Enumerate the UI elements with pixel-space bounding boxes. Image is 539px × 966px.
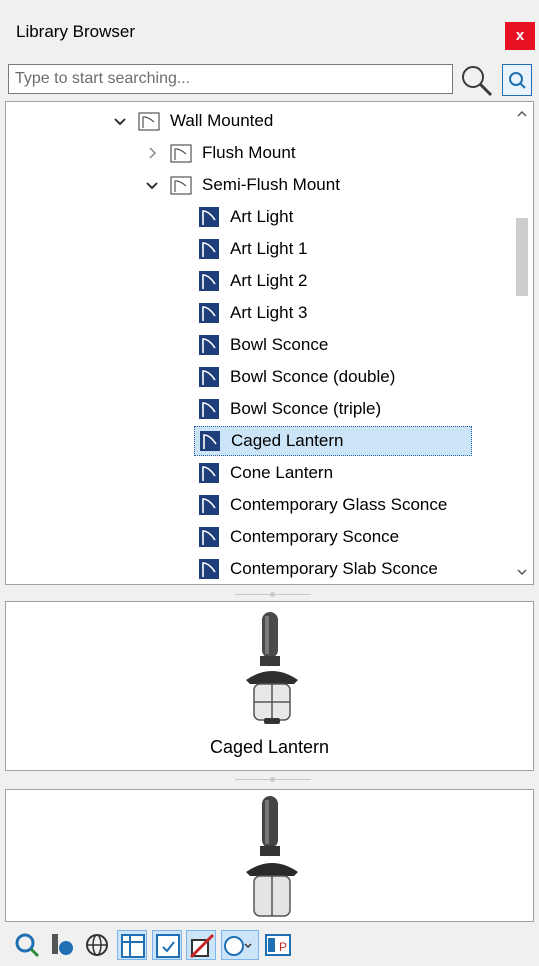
tree-label: Wall Mounted xyxy=(170,111,274,130)
tree-label: Bowl Sconce xyxy=(230,335,329,354)
library-folder-icon xyxy=(170,174,192,196)
tree-label: Art Light 1 xyxy=(230,239,308,258)
light-fixture-icon xyxy=(198,334,220,356)
scroll-up-icon[interactable] xyxy=(516,108,528,120)
tree-label: Flush Mount xyxy=(202,143,296,162)
tree-item[interactable]: Bowl Sconce (double) xyxy=(198,362,395,392)
window-title: Library Browser xyxy=(16,22,136,41)
library-tree[interactable]: Wall Mounted Flush Mount Semi-Flush Mount A… xyxy=(5,101,534,585)
tree-item[interactable]: Contemporary Slab Sconce xyxy=(198,554,438,584)
tree-label: Caged Lantern xyxy=(231,431,344,450)
tree-label: Art Light 2 xyxy=(230,271,308,290)
tree-item[interactable]: Art Light xyxy=(198,202,293,232)
tree-item[interactable]: Art Light 2 xyxy=(198,266,308,296)
chevron-down-icon[interactable] xyxy=(110,111,130,131)
show-table-icon[interactable] xyxy=(117,930,147,960)
splitter-grip xyxy=(270,777,275,782)
material-slash-icon[interactable] xyxy=(186,930,216,960)
caged-lantern-3d-view-image xyxy=(246,796,298,917)
3d-view-panel[interactable] xyxy=(5,789,534,922)
fixture-library-icon[interactable] xyxy=(48,930,78,960)
tree-folder[interactable]: Flush Mount xyxy=(142,138,296,168)
svg-text:P: P xyxy=(279,940,287,954)
library-folder-icon xyxy=(138,110,160,132)
light-fixture-icon xyxy=(198,366,220,388)
tree-label: Bowl Sconce (double) xyxy=(230,367,396,386)
light-fixture-icon xyxy=(198,206,220,228)
tree-label: Contemporary Glass Sconce xyxy=(230,495,448,514)
chevron-down-icon[interactable] xyxy=(142,175,162,195)
tree-item[interactable]: Cone Lantern xyxy=(198,458,333,488)
tree-folder[interactable]: Semi-Flush Mount xyxy=(142,170,340,200)
light-fixture-icon xyxy=(198,494,220,516)
tree-item[interactable]: Bowl Sconce (triple) xyxy=(198,394,381,424)
light-fixture-icon xyxy=(198,398,220,420)
filter-dropdown-icon[interactable] xyxy=(221,930,259,960)
tree-label: Art Light xyxy=(230,207,294,226)
scroll-thumb[interactable] xyxy=(516,218,528,296)
tree-item[interactable]: Contemporary Glass Sconce xyxy=(198,490,447,520)
light-fixture-icon xyxy=(199,430,221,452)
light-fixture-icon xyxy=(198,270,220,292)
caged-lantern-preview-image xyxy=(246,612,298,724)
close-button[interactable]: x xyxy=(505,22,535,50)
title-bar: Library Browser x xyxy=(0,0,539,60)
preview-caption: Caged Lantern xyxy=(209,737,330,757)
tree-item[interactable]: Bowl Sconce xyxy=(198,330,328,360)
bottom-toolbar: P xyxy=(0,924,539,966)
tree-folder[interactable]: Wall Mounted xyxy=(110,106,273,136)
search-input[interactable] xyxy=(8,64,453,94)
tree-scrollbar[interactable] xyxy=(511,102,533,584)
search-library-icon[interactable] xyxy=(502,64,532,96)
search-row xyxy=(0,60,539,100)
light-fixture-icon xyxy=(198,302,220,324)
tree-label: Semi-Flush Mount xyxy=(202,175,340,194)
search-icon[interactable] xyxy=(459,63,495,97)
light-fixture-icon xyxy=(198,558,220,580)
light-fixture-icon xyxy=(198,462,220,484)
light-fixture-icon xyxy=(198,238,220,260)
light-fixture-icon xyxy=(198,526,220,548)
refresh-library-icon[interactable] xyxy=(12,930,42,960)
tree-label: Bowl Sconce (triple) xyxy=(230,399,382,418)
tree-label: Cone Lantern xyxy=(230,463,334,482)
tree-item[interactable]: Art Light 1 xyxy=(198,234,308,264)
tree-item[interactable]: Caged Lantern xyxy=(194,426,472,456)
chevron-right-icon[interactable] xyxy=(142,143,162,163)
splitter-grip xyxy=(270,592,275,597)
preview-panel: Caged Lantern xyxy=(5,601,534,771)
scroll-down-icon[interactable] xyxy=(516,566,528,578)
ep-icon[interactable]: P xyxy=(263,930,293,960)
tree-item[interactable]: Contemporary Sconce xyxy=(198,522,399,552)
splitter-bottom[interactable] xyxy=(0,772,539,788)
tree-label: Contemporary Slab Sconce xyxy=(230,559,438,578)
tree-item[interactable]: Art Light 3 xyxy=(198,298,308,328)
show-checked-icon[interactable] xyxy=(152,930,182,960)
tree-label: Contemporary Sconce xyxy=(230,527,400,546)
globe-library-icon[interactable] xyxy=(82,930,112,960)
library-folder-icon xyxy=(170,142,192,164)
tree-label: Art Light 3 xyxy=(230,303,308,322)
